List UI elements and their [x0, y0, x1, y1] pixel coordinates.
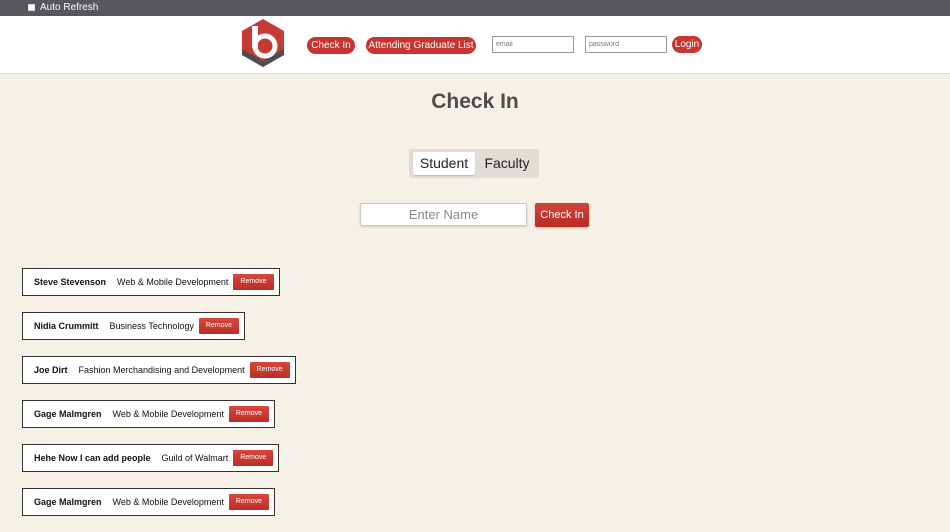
attendee-program: Web & Mobile Development — [112, 409, 224, 419]
password-field[interactable] — [585, 36, 667, 53]
attendee-program: Business Technology — [109, 321, 194, 331]
attendee-program: Web & Mobile Development — [117, 277, 229, 287]
page-title: Check In — [431, 90, 519, 113]
top-bar: Auto Refresh — [0, 0, 950, 16]
attendee-list: Steve Stevenson Web & Mobile Development… — [22, 268, 296, 532]
attendee-card: Gage Malmgren Web & Mobile Development R… — [22, 400, 275, 428]
faculty-toggle-option[interactable]: Faculty — [479, 152, 535, 175]
header: Check In Attending Graduate List Login — [0, 16, 950, 74]
attendee-program: Fashion Merchandising and Development — [78, 365, 245, 375]
hexagon-b-logo-icon[interactable] — [240, 18, 286, 68]
attendee-name: Gage Malmgren — [34, 409, 102, 419]
attendee-name: Joe Dirt — [34, 365, 68, 375]
student-toggle-option[interactable]: Student — [413, 152, 475, 175]
attendee-name: Nidia Crummitt — [34, 321, 99, 331]
attendee-card: Hehe Now I can add people Guild of Walma… — [22, 444, 280, 472]
attendee-name: Gage Malmgren — [34, 497, 102, 507]
remove-button[interactable]: Remove — [228, 494, 269, 510]
attendee-card: Gage Malmgren Web & Mobile Development R… — [22, 488, 275, 516]
attendee-name: Steve Stevenson — [34, 277, 107, 287]
attendee-program: Guild of Walmart — [161, 453, 229, 463]
role-toggle: Student Faculty — [409, 149, 539, 178]
attendee-card: Nidia Crummitt Business Technology Remov… — [22, 312, 245, 340]
remove-button[interactable]: Remove — [198, 318, 239, 334]
attendee-card: Steve Stevenson Web & Mobile Development… — [22, 268, 280, 296]
attending-graduate-list-button[interactable]: Attending Graduate List — [366, 37, 476, 54]
checkin-button[interactable]: Check In — [535, 203, 589, 227]
auto-refresh-label: Auto Refresh — [40, 2, 99, 13]
email-field[interactable] — [492, 36, 574, 53]
remove-button[interactable]: Remove — [233, 274, 274, 290]
login-button[interactable]: Login — [672, 36, 702, 53]
auto-refresh-checkbox[interactable] — [28, 4, 35, 11]
name-input[interactable] — [360, 203, 527, 226]
remove-button[interactable]: Remove — [249, 362, 290, 378]
attendee-name: Hehe Now I can add people — [34, 453, 151, 463]
checkin-nav-button[interactable]: Check In — [307, 37, 355, 54]
remove-button[interactable]: Remove — [233, 450, 274, 466]
remove-button[interactable]: Remove — [228, 406, 269, 422]
attendee-program: Web & Mobile Development — [112, 497, 224, 507]
attendee-card: Joe Dirt Fashion Merchandising and Devel… — [22, 356, 296, 384]
